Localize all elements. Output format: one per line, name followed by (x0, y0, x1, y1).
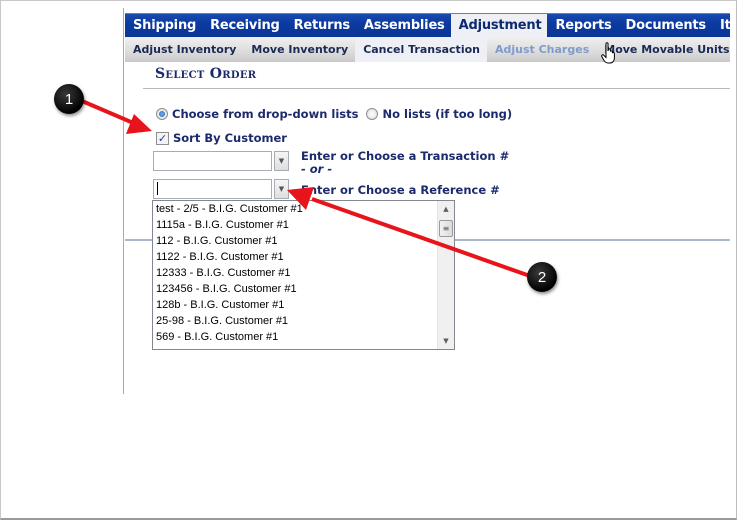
scroll-down-icon[interactable]: ▼ (438, 333, 454, 349)
transaction-dropdown-button[interactable]: ▼ (274, 151, 289, 171)
list-item[interactable]: test - 2/5 - B.I.G. Customer #1 (153, 201, 438, 217)
main-nav: Shipping Receiving Returns Assemblies Ad… (125, 13, 730, 37)
chevron-down-icon: ▼ (278, 157, 285, 165)
annotation-badge-1: 1 (54, 84, 84, 114)
list-item[interactable]: 12333 - B.I.G. Customer #1 (153, 265, 438, 281)
hand-pointer-cursor-icon (601, 42, 615, 64)
sort-by-customer-row: ✓ Sort By Customer (156, 131, 287, 145)
tab-assemblies[interactable]: Assemblies (356, 14, 451, 37)
reference-dropdown-button[interactable]: ▼ (274, 179, 289, 199)
list-item[interactable]: 123456 - B.I.G. Customer #1 (153, 281, 438, 297)
sort-by-customer-checkbox[interactable]: ✓ (156, 131, 169, 145)
radio-no-lists-label[interactable]: No lists (if too long) (382, 107, 512, 121)
list-mode-radio-group: Choose from drop-down lists No lists (if… (156, 107, 516, 121)
title-underline (143, 88, 730, 89)
tab-documents[interactable]: Documents (618, 14, 712, 37)
list-item[interactable]: 569 - B.I.G. Customer #1 (153, 329, 438, 345)
subnav-move-inventory[interactable]: Move Inventory (243, 37, 355, 62)
reference-combobox: ▼ (153, 179, 289, 199)
transaction-combobox: ▼ (153, 151, 289, 171)
text-caret (157, 182, 158, 195)
subnav-cancel-transaction[interactable]: Cancel Transaction (355, 37, 487, 62)
sub-nav: Adjust Inventory Move Inventory Cancel T… (125, 37, 730, 62)
reference-input[interactable] (153, 179, 272, 199)
radio-choose-dropdown-label[interactable]: Choose from drop-down lists (172, 107, 358, 121)
reference-list-items: test - 2/5 - B.I.G. Customer #1 1115a - B… (153, 201, 438, 345)
transaction-label: Enter or Choose a Transaction # (301, 149, 510, 163)
list-item[interactable]: 1115a - B.I.G. Customer #1 (153, 217, 438, 233)
subnav-adjust-inventory[interactable]: Adjust Inventory (125, 37, 243, 62)
left-divider (123, 8, 124, 394)
tab-reports[interactable]: Reports (547, 14, 617, 37)
reference-label: Enter or Choose a Reference # (301, 183, 500, 197)
list-item[interactable]: 1122 - B.I.G. Customer #1 (153, 249, 438, 265)
transaction-input[interactable] (153, 151, 272, 171)
tab-items[interactable]: Items (712, 14, 730, 37)
tab-shipping[interactable]: Shipping (125, 14, 202, 37)
list-scrollbar[interactable]: ▲ ≡ ▼ (437, 201, 454, 349)
list-item[interactable]: 112 - B.I.G. Customer #1 (153, 233, 438, 249)
tab-returns[interactable]: Returns (286, 14, 356, 37)
list-item[interactable]: 128b - B.I.G. Customer #1 (153, 297, 438, 313)
list-item[interactable]: 25-98 - B.I.G. Customer #1 (153, 313, 438, 329)
tab-adjustment[interactable]: Adjustment (450, 14, 548, 37)
scroll-up-icon[interactable]: ▲ (438, 201, 454, 217)
sort-by-customer-label[interactable]: Sort By Customer (173, 131, 287, 145)
radio-no-lists[interactable] (366, 108, 379, 120)
annotation-badge-2: 2 (527, 262, 557, 292)
chevron-down-icon: ▼ (278, 185, 285, 193)
or-separator: - or - (301, 162, 333, 176)
subnav-adjust-charges[interactable]: Adjust Charges (487, 37, 596, 62)
scroll-thumb[interactable]: ≡ (439, 220, 453, 237)
reference-dropdown-list[interactable]: test - 2/5 - B.I.G. Customer #1 1115a - B… (152, 200, 455, 350)
section-title: Select Order (155, 66, 257, 82)
radio-choose-dropdown[interactable] (156, 108, 168, 120)
tab-receiving[interactable]: Receiving (202, 14, 286, 37)
